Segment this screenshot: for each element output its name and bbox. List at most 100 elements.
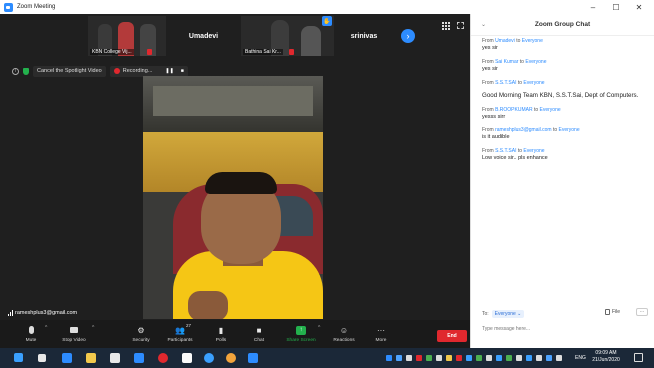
close-button[interactable]: ✕	[628, 0, 650, 14]
opera-icon[interactable]	[158, 353, 168, 363]
reactions-icon: ☺	[339, 325, 349, 335]
tray-zoom-icon[interactable]	[386, 355, 392, 361]
taskbar-clock[interactable]: 09:09 AM 21/Jun/2020	[591, 350, 621, 364]
file-button[interactable]: File	[605, 309, 620, 315]
tray-app-icon[interactable]	[526, 355, 532, 361]
message-text: Low voice sir.. pls enhance	[482, 155, 548, 162]
participants-label: Participants	[167, 338, 193, 343]
recipient-select[interactable]: Everyone ⌄	[491, 310, 525, 318]
recording-label: Recording...	[122, 68, 153, 74]
stop-video-button[interactable]: Stop Video	[54, 323, 94, 347]
tray-bluetooth-icon[interactable]	[396, 355, 402, 361]
share-options-caret[interactable]: ^	[318, 325, 320, 331]
message-text: is it audible	[482, 134, 510, 141]
chat-recipient-row: To: Everyone ⌄	[482, 310, 525, 318]
chrome-icon[interactable]	[226, 353, 236, 363]
chat-more-button[interactable]: ···	[636, 308, 648, 316]
security-button[interactable]: ⚙ Security	[121, 323, 161, 347]
chat-message: From B.ROOPKUMAR to Everyone yesss sirr	[482, 107, 650, 121]
participants-count: 27	[185, 323, 191, 328]
tray-app-icon[interactable]	[516, 355, 522, 361]
reactions-button[interactable]: ☺ Reactions	[324, 323, 364, 347]
message-text: yes sir	[482, 65, 498, 72]
more-button[interactable]: ··· More	[361, 323, 401, 347]
info-icon[interactable]: i	[12, 67, 19, 75]
zoom-logo-icon	[4, 2, 13, 12]
message-text: yes sir	[482, 45, 498, 51]
task-view-icon[interactable]	[38, 354, 46, 362]
more-label: More	[375, 338, 387, 343]
tray-app-icon[interactable]	[506, 355, 512, 361]
polls-icon: ▮	[218, 325, 224, 335]
chat-panel: ⌄ Zoom Group Chat From Umadevi to Everyo…	[470, 14, 654, 348]
connection-signal-icon	[8, 310, 13, 316]
tray-app-icon[interactable]	[446, 355, 452, 361]
tray-app-icon[interactable]	[436, 355, 442, 361]
zoom-taskbar-icon[interactable]	[248, 353, 258, 363]
share-screen-button[interactable]: ↑ Share Screen	[281, 323, 321, 347]
mail-icon[interactable]	[134, 353, 144, 363]
file-explorer-icon[interactable]	[86, 353, 96, 363]
polls-button[interactable]: ▮ Polls	[201, 323, 241, 347]
file-label: File	[612, 309, 621, 315]
clock-date: 21/Jun/2020	[592, 356, 620, 363]
recipient: Everyone	[525, 58, 547, 65]
recipient: Everyone	[521, 38, 543, 44]
tray-volume-icon[interactable]	[556, 355, 562, 361]
cancel-spotlight-label: Cancel the Spotlight Video	[37, 68, 102, 74]
polls-label: Polls	[215, 338, 227, 343]
recipient: Everyone	[539, 106, 561, 113]
chat-header: ⌄ Zoom Group Chat	[471, 14, 654, 36]
participant-name: Bathina Sai Kr...	[243, 49, 283, 55]
pause-recording-button[interactable]: ❚❚	[165, 68, 173, 74]
document-icon[interactable]	[182, 353, 192, 363]
reactions-label: Reactions	[333, 338, 355, 343]
collapse-chevron-icon[interactable]: ⌄	[481, 21, 486, 28]
maximize-button[interactable]: ☐	[605, 0, 627, 14]
mute-label: Mute	[25, 338, 37, 343]
tray-app-icon[interactable]	[496, 355, 502, 361]
video-options-caret[interactable]: ^	[92, 325, 94, 331]
edge-browser-icon[interactable]	[62, 353, 72, 363]
participant-thumbnail[interactable]: KBN College Vij...	[88, 16, 166, 56]
tray-wifi-icon[interactable]	[546, 355, 552, 361]
cancel-spotlight-button[interactable]: Cancel the Spotlight Video	[33, 65, 106, 77]
meeting-area: KBN College Vij... Umadevi Bathina Sai K…	[0, 14, 470, 320]
action-center-icon[interactable]	[634, 353, 643, 362]
recipient: Everyone	[523, 148, 545, 155]
minimize-button[interactable]: –	[582, 0, 604, 14]
store-icon[interactable]	[110, 353, 120, 363]
tray-app-icon[interactable]	[456, 355, 462, 361]
participant-name: KBN College Vij...	[90, 49, 134, 55]
participant-name-tile[interactable]: Umadevi	[166, 16, 241, 56]
chat-message-input[interactable]	[482, 322, 647, 336]
participant-thumbnail[interactable]: Bathina Sai Kr...	[241, 16, 334, 56]
participants-button[interactable]: 👥 27 Participants	[160, 323, 200, 347]
tray-app-icon[interactable]	[406, 355, 412, 361]
chat-button[interactable]: ■ Chat	[239, 323, 279, 347]
speaker-name-tag: rameshplus3@gmail.com	[8, 310, 77, 316]
fullscreen-icon[interactable]	[457, 22, 464, 29]
windows-start-icon[interactable]	[14, 353, 23, 362]
tray-app-icon[interactable]	[476, 355, 482, 361]
windows-taskbar: ENG 09:09 AM 21/Jun/2020	[0, 348, 654, 368]
recording-dot-icon	[113, 68, 120, 74]
internet-explorer-icon[interactable]	[204, 353, 214, 363]
chat-message: From Sai Kumar to Everyone yes sir	[482, 59, 650, 73]
more-icon: ···	[377, 325, 385, 335]
tray-app-icon[interactable]	[536, 355, 542, 361]
end-meeting-button[interactable]: End	[437, 330, 467, 342]
audio-options-caret[interactable]: ^	[45, 325, 47, 331]
participants-icon: 👥 27	[175, 323, 191, 335]
gallery-view-icon[interactable]	[442, 22, 450, 30]
participant-name-tile[interactable]: srinivas	[334, 16, 394, 56]
message-text: Good Morning Team KBN, S.S.T.Sai, Dept o…	[482, 91, 639, 99]
stop-recording-button[interactable]: ■	[181, 68, 184, 74]
tray-security-icon[interactable]	[416, 355, 422, 361]
sender: Sai Kumar	[495, 58, 519, 65]
tray-app-icon[interactable]	[466, 355, 472, 361]
tray-app-icon[interactable]	[486, 355, 492, 361]
tray-network-icon[interactable]	[426, 355, 432, 361]
next-page-button[interactable]: ›	[401, 29, 415, 43]
input-language[interactable]: ENG	[575, 355, 586, 361]
